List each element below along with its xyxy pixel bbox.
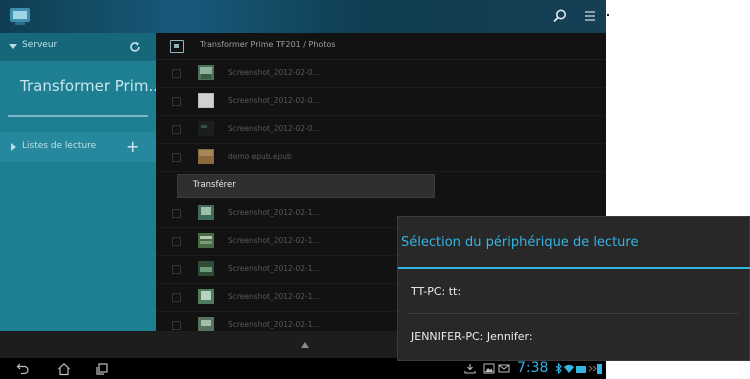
keyboard-icon [576,366,586,373]
file-name: Screenshot_2012-02-0... [228,96,320,105]
checkbox[interactable] [172,125,181,134]
checkbox[interactable] [172,237,181,246]
checkbox[interactable] [172,69,181,78]
add-playlist-icon[interactable]: + [126,139,139,155]
list-item[interactable]: Screenshot_2012-02-0... [156,116,606,144]
checkbox[interactable] [172,265,181,274]
epub-thumbnail-icon [198,149,214,164]
playlists-label: Listes de lecture [22,141,97,151]
file-name: Screenshot_2012-02-1... [228,320,320,329]
device-selection-dialog: Sélection du périphérique de lecture TT-… [397,216,750,361]
file-name: Screenshot_2012-02-1... [228,292,320,301]
context-menu: Transférer [177,174,435,198]
mail-icon [498,364,510,373]
list-item[interactable]: Screenshot_2012-02-0... [156,88,606,116]
file-name: Screenshot_2012-02-1... [228,264,320,273]
image-thumbnail-icon [198,289,214,304]
collapse-arrow-icon [9,44,17,49]
file-name: Screenshot_2012-02-1... [228,208,320,217]
download-icon [464,364,476,374]
edge-dot [607,14,609,16]
file-name: Screenshot_2012-02-0... [228,68,320,77]
file-name: Screenshot_2012-02-0... [228,124,320,133]
overflow-menu-icon[interactable] [583,9,597,23]
checkbox[interactable] [172,153,181,162]
checkbox[interactable] [172,321,181,330]
list-item[interactable]: Screenshot_2012-02-0... [156,60,606,88]
wifi-icon [564,364,574,373]
refresh-icon[interactable] [128,40,142,54]
device-name[interactable]: Transformer Prim... [20,77,163,95]
server-header[interactable]: Serveur [0,33,156,61]
device-underline [8,115,148,117]
image-thumbnail-icon [198,65,214,80]
home-icon[interactable] [57,362,71,376]
path-label: Transformer Prime TF201 / Photos [200,40,336,49]
system-bar: 7:38 [0,358,606,379]
search-icon[interactable] [552,8,568,24]
clock: 7:38 [517,360,549,376]
action-bar [0,0,606,33]
image-thumbnail-icon [198,93,214,108]
checkbox[interactable] [172,209,181,218]
scroll-up-arrow-icon[interactable] [301,342,309,348]
dialog-title: Sélection du périphérique de lecture [401,235,639,250]
transfer-menu-item[interactable]: Transférer [193,180,236,190]
file-name: demo epub.epub [228,152,292,161]
image-thumbnail-icon [198,317,214,332]
image-thumbnail-icon [198,205,214,220]
file-name: Screenshot_2012-02-1... [228,236,320,245]
device-option-tt-pc[interactable]: TT-PC: tt: [398,269,750,313]
image-thumbnail-icon [198,233,214,248]
server-label: Serveur [22,40,58,50]
sidebar: Serveur Transformer Prim... Listes de le… [0,33,163,331]
media-app-icon[interactable] [9,6,31,26]
device-option-jennifer-pc[interactable]: JENNIFER-PC: Jennifer: [398,314,750,358]
path-row[interactable]: Transformer Prime TF201 / Photos [156,33,606,60]
folder-icon [170,40,184,53]
checkbox[interactable] [172,293,181,302]
image-thumbnail-icon [198,261,214,276]
list-item[interactable]: demo epub.epub [156,144,606,172]
checkbox[interactable] [172,97,181,106]
recent-apps-icon[interactable] [95,362,109,376]
back-icon[interactable] [16,362,30,376]
gallery-icon [483,363,495,374]
battery-icon [597,364,602,374]
device-option-label: TT-PC: tt: [411,285,462,298]
device-option-label: JENNIFER-PC: Jennifer: [411,330,533,343]
playlists-row[interactable]: Listes de lecture + [0,132,156,162]
image-thumbnail-icon [198,121,214,136]
expand-arrow-icon [11,143,16,151]
